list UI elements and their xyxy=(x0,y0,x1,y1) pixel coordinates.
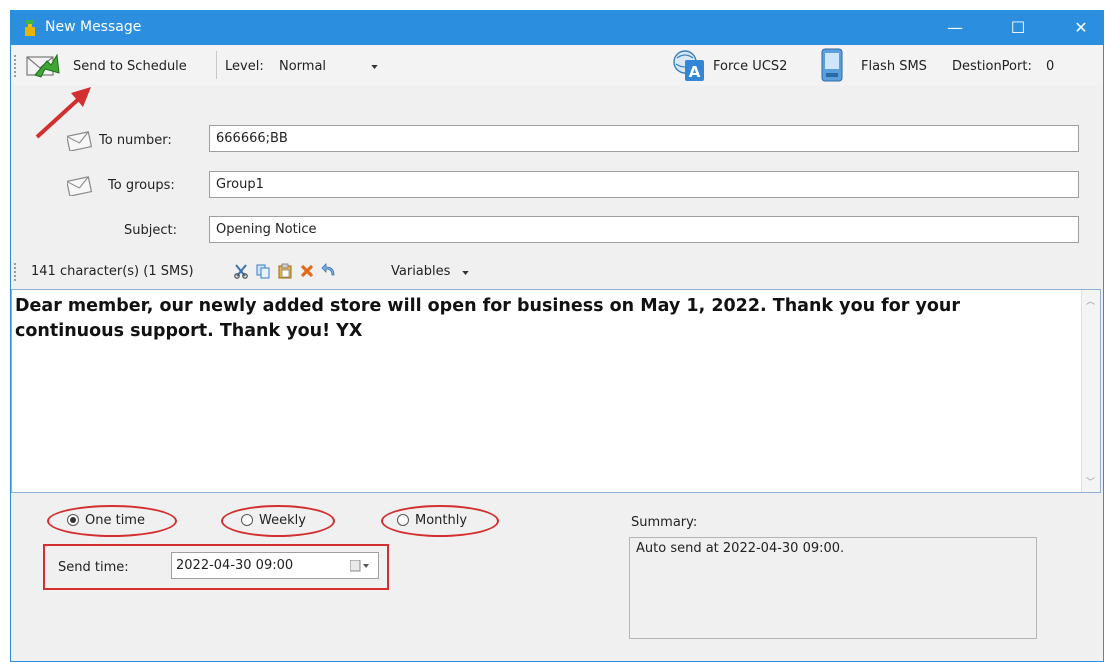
new-message-window: New Message — ☐ ✕ Send to Schedule Level… xyxy=(10,10,1104,662)
editor-toolbar: 141 character(s) (1 SMS) Variables xyxy=(11,259,1103,285)
delete-icon[interactable] xyxy=(299,263,315,279)
subject-field[interactable]: Opening Notice xyxy=(209,216,1079,243)
destport-label: DestionPort: xyxy=(952,59,1032,74)
radio-label: One time xyxy=(85,513,145,528)
level-value: Normal xyxy=(279,59,327,74)
radio-indicator xyxy=(241,514,253,526)
radio-monthly[interactable]: Monthly xyxy=(397,513,467,528)
send-time-picker[interactable]: 2022-04-30 09:00 xyxy=(171,552,379,579)
cut-icon[interactable] xyxy=(233,263,249,279)
window-title: New Message xyxy=(45,19,142,35)
undo-icon[interactable] xyxy=(321,263,337,279)
dropdown-arrow-icon xyxy=(371,65,378,69)
scroll-down-icon[interactable]: ﹀ xyxy=(1086,475,1095,488)
flash-sms-icon xyxy=(821,48,843,82)
toolbar-separator xyxy=(216,51,217,79)
to-groups-field[interactable]: Group1 xyxy=(209,171,1079,198)
character-count: 141 character(s) (1 SMS) xyxy=(31,264,194,279)
level-dropdown[interactable]: Normal xyxy=(273,53,383,79)
flash-sms-button[interactable]: Flash SMS xyxy=(819,47,945,83)
radio-indicator xyxy=(397,514,409,526)
send-time-value: 2022-04-30 09:00 xyxy=(176,558,294,573)
title-bar: New Message — ☐ ✕ xyxy=(11,11,1103,45)
force-ucs2-button[interactable]: A Force UCS2 xyxy=(669,47,807,83)
force-ucs2-label: Force UCS2 xyxy=(713,59,788,74)
send-time-label: Send time: xyxy=(58,560,129,575)
maximize-button[interactable]: ☐ xyxy=(996,11,1040,45)
summary-box: Auto send at 2022-04-30 09:00. xyxy=(629,537,1037,639)
toolbar-grip xyxy=(14,55,16,77)
copy-icon[interactable] xyxy=(255,263,271,279)
radio-indicator xyxy=(67,514,79,526)
radio-label: Weekly xyxy=(259,513,306,528)
editor-toolbar-grip xyxy=(14,263,16,281)
radio-label: Monthly xyxy=(415,513,468,528)
message-body[interactable]: Dear member, our newly added store will … xyxy=(15,294,1065,344)
subject-label: Subject: xyxy=(124,223,177,238)
toolbar: Send to Schedule Level: Normal A Force U… xyxy=(11,45,1103,85)
to-number-label: To number: xyxy=(99,133,172,148)
radio-one-time[interactable]: One time xyxy=(67,513,145,528)
force-ucs2-icon: A xyxy=(673,50,704,81)
paste-icon[interactable] xyxy=(277,263,293,279)
variables-label: Variables xyxy=(391,264,451,279)
envelope-icon xyxy=(67,176,93,196)
app-icon xyxy=(25,20,35,36)
minimize-button[interactable]: — xyxy=(933,11,977,45)
to-groups-label: To groups: xyxy=(108,178,175,193)
send-to-schedule-button[interactable]: Send to Schedule xyxy=(23,47,213,83)
scroll-up-icon[interactable]: ︿ xyxy=(1086,294,1095,307)
level-label: Level: xyxy=(225,59,264,74)
send-to-schedule-label: Send to Schedule xyxy=(73,59,187,74)
summary-label: Summary: xyxy=(631,515,698,530)
svg-text:A: A xyxy=(689,63,701,81)
close-button[interactable]: ✕ xyxy=(1059,11,1103,45)
dropdown-arrow-icon xyxy=(462,271,469,275)
destport-value[interactable]: 0 xyxy=(1046,59,1054,74)
envelope-icon xyxy=(67,131,93,151)
calendar-icon[interactable] xyxy=(350,560,370,572)
radio-weekly[interactable]: Weekly xyxy=(241,513,306,528)
variables-dropdown[interactable]: Variables xyxy=(391,262,481,282)
flash-sms-label: Flash SMS xyxy=(861,59,927,74)
to-number-field[interactable]: 666666;BB xyxy=(209,125,1079,152)
vertical-scrollbar[interactable]: ︿ ﹀ xyxy=(1081,290,1100,492)
send-schedule-icon xyxy=(26,53,60,78)
message-editor[interactable]: Dear member, our newly added store will … xyxy=(11,289,1101,493)
